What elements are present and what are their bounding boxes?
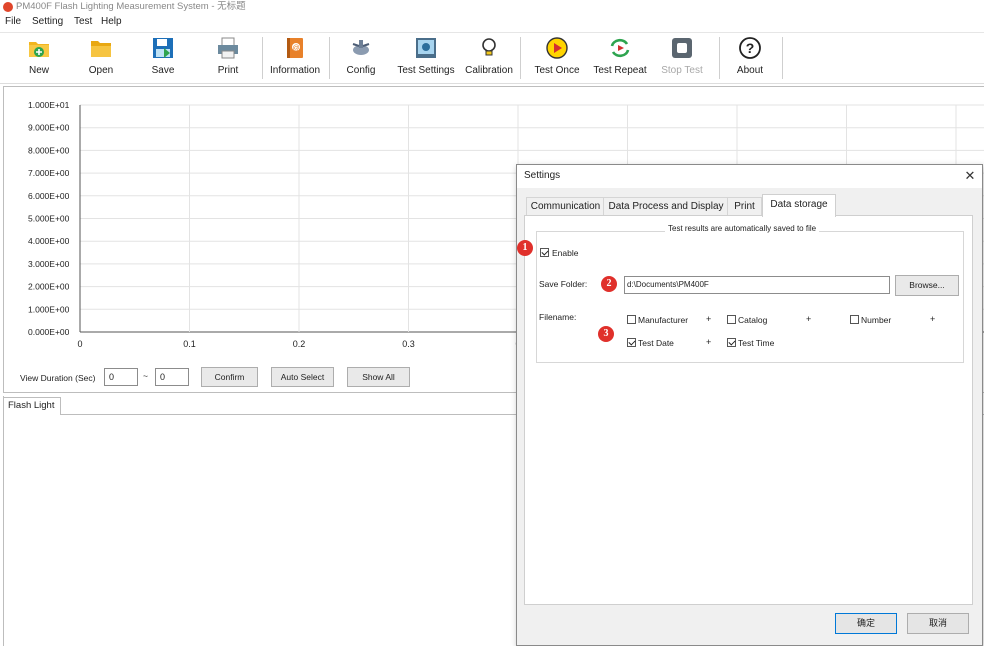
enable-checkbox[interactable]	[540, 248, 549, 257]
annotation-marker-3: 3	[598, 326, 614, 342]
close-icon[interactable]: ✕	[962, 167, 978, 185]
y-tick-label: 3.000E+00	[28, 259, 70, 269]
toolbar-separator	[329, 37, 330, 79]
plus-separator: +	[706, 337, 712, 347]
toolbar-separator	[262, 37, 263, 79]
lightbulb-icon	[482, 38, 496, 56]
x-tick-label: 0.3	[402, 339, 415, 349]
new-folder-icon	[29, 42, 49, 57]
print-button[interactable]: Print	[203, 33, 253, 81]
tab-print[interactable]: Print	[727, 197, 762, 216]
open-folder-icon	[91, 41, 111, 57]
stop-test-button[interactable]: Stop Test	[656, 33, 708, 81]
catalog-label: Catalog	[738, 315, 768, 325]
annotation-marker-1: 1	[517, 240, 533, 256]
enable-label: Enable	[552, 248, 579, 258]
y-tick-label: 6.000E+00	[28, 191, 70, 201]
repeat-icon	[610, 38, 630, 58]
y-tick-label: 4.000E+00	[28, 236, 70, 246]
number-label: Number	[861, 315, 892, 325]
y-tick-label: 7.000E+00	[28, 168, 70, 178]
test-time-checkbox[interactable]	[727, 338, 736, 347]
window-title: PM400F Flash Lighting Measurement System…	[16, 1, 246, 12]
menu-file[interactable]: File	[5, 14, 21, 30]
data-storage-page: Test results are automatically saved to …	[524, 215, 973, 605]
duration-start-input[interactable]: 0	[104, 368, 138, 386]
plus-separator: +	[930, 314, 936, 324]
svg-text:?: ?	[746, 40, 755, 56]
plus-separator: +	[806, 314, 812, 324]
save-folder-input[interactable]: d:\Documents\PM400F	[624, 276, 890, 294]
test-time-label: Test Time	[738, 338, 775, 348]
manufacturer-checkbox[interactable]	[627, 315, 636, 324]
duration-end-input[interactable]: 0	[155, 368, 189, 386]
y-tick-label: 9.000E+00	[28, 123, 70, 133]
info-book-icon: @	[287, 38, 303, 58]
y-tick-label: 1.000E+01	[28, 100, 70, 110]
menu-setting[interactable]: Setting	[32, 14, 63, 30]
help-question-icon: ?	[739, 37, 761, 59]
information-button[interactable]: @ Information	[266, 33, 324, 81]
test-once-button[interactable]: Test Once	[530, 33, 584, 81]
auto-select-button[interactable]: Auto Select	[271, 367, 334, 387]
y-tick-label: 1.000E+00	[28, 304, 70, 314]
stop-icon	[672, 38, 692, 58]
toolbar: New Open Save Print @ Information Config	[0, 33, 984, 84]
show-all-button[interactable]: Show All	[347, 367, 410, 387]
toolbar-separator	[520, 37, 521, 79]
cancel-button[interactable]: 取消	[907, 613, 969, 634]
dialog-titlebar: Settings ✕	[517, 165, 982, 188]
toolbar-separator	[719, 37, 720, 79]
x-tick-label: 0.2	[293, 339, 306, 349]
printer-icon	[218, 37, 238, 59]
tab-communication[interactable]: Communication	[526, 197, 605, 216]
save-button[interactable]: Save	[138, 33, 188, 81]
play-once-icon	[546, 37, 568, 59]
config-satellite-icon	[352, 40, 370, 55]
tilde-label: ~	[143, 371, 148, 381]
catalog-checkbox[interactable]	[727, 315, 736, 324]
y-tick-label: 2.000E+00	[28, 282, 70, 292]
config-button[interactable]: Config	[336, 33, 386, 81]
y-tick-label: 5.000E+00	[28, 214, 70, 224]
annotation-marker-2: 2	[601, 276, 617, 292]
tab-data-storage[interactable]: Data storage	[762, 194, 836, 217]
confirm-button[interactable]: Confirm	[201, 367, 258, 387]
menu-bar: File Setting Test Help	[0, 13, 984, 33]
settings-dialog: Settings ✕ Communication Data Process an…	[516, 164, 983, 646]
manufacturer-label: Manufacturer	[638, 315, 689, 325]
y-tick-label: 8.000E+00	[28, 145, 70, 155]
test-date-label: Test Date	[638, 338, 674, 348]
view-duration-label: View Duration (Sec)	[20, 373, 96, 383]
window-titlebar: PM400F Flash Lighting Measurement System…	[0, 0, 984, 13]
open-button[interactable]: Open	[76, 33, 126, 81]
save-icon	[153, 38, 173, 58]
dialog-title: Settings	[524, 170, 561, 181]
x-tick-label: 0.1	[183, 339, 196, 349]
toolbar-separator	[782, 37, 783, 79]
save-folder-label: Save Folder:	[539, 279, 588, 289]
calibration-button[interactable]: Calibration	[462, 33, 516, 81]
menu-help[interactable]: Help	[101, 14, 122, 30]
view-duration-bar: View Duration (Sec) 0 ~ 0 Confirm Auto S…	[3, 365, 523, 391]
autosave-group-title: Test results are automatically saved to …	[665, 224, 820, 233]
menu-test[interactable]: Test	[74, 14, 92, 30]
number-checkbox[interactable]	[850, 315, 859, 324]
svg-text:@: @	[292, 45, 299, 52]
tab-flash-light[interactable]: Flash Light	[3, 397, 61, 415]
y-tick-label: 0.000E+00	[28, 327, 70, 337]
tab-data-process-display[interactable]: Data Process and Display	[603, 197, 729, 216]
about-button[interactable]: ? About	[724, 33, 776, 81]
browse-button[interactable]: Browse...	[895, 275, 959, 296]
plus-separator: +	[706, 314, 712, 324]
new-button[interactable]: New	[14, 33, 64, 81]
app-logo-icon	[3, 2, 13, 12]
filename-label: Filename:	[539, 312, 577, 322]
x-tick-label: 0	[77, 339, 82, 349]
test-settings-button[interactable]: Test Settings	[394, 33, 458, 81]
ok-button[interactable]: 确定	[835, 613, 897, 634]
test-repeat-button[interactable]: Test Repeat	[590, 33, 650, 81]
test-date-checkbox[interactable]	[627, 338, 636, 347]
test-settings-icon	[416, 38, 436, 58]
